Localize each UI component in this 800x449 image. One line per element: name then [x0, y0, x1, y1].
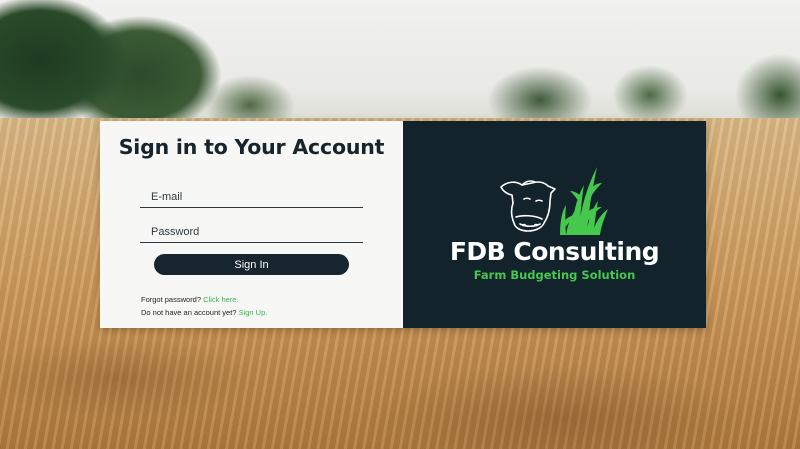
- password-field[interactable]: [140, 226, 363, 242]
- signup-text: Do not have an account yet?: [141, 308, 237, 317]
- email-field-wrapper: [140, 187, 363, 208]
- page-title: Sign in to Your Account: [118, 135, 385, 159]
- forgot-password-link[interactable]: Click here.: [203, 295, 238, 304]
- account-links: Forgot password? Click here. Do not have…: [141, 293, 267, 319]
- password-underline: [140, 242, 363, 243]
- signup-link[interactable]: Sign Up.: [239, 308, 268, 317]
- signup-row: Do not have an account yet? Sign Up.: [141, 306, 267, 319]
- forgot-password-row: Forgot password? Click here.: [141, 293, 267, 306]
- signin-button[interactable]: Sign In: [154, 254, 349, 275]
- signin-panel: Sign in to Your Account Sign In Forgot p…: [100, 121, 403, 328]
- email-field[interactable]: [140, 191, 363, 207]
- forgot-password-text: Forgot password?: [141, 295, 202, 304]
- email-underline: [140, 207, 363, 208]
- password-field-wrapper: [140, 222, 363, 243]
- brand-name: FDB Consulting: [449, 237, 660, 266]
- brand-tagline: Farm Budgeting Solution: [473, 268, 636, 282]
- brand-panel: FDB Consulting Farm Budgeting Solution: [403, 121, 706, 328]
- background-trees: [0, 0, 800, 135]
- login-card: Sign in to Your Account Sign In Forgot p…: [100, 121, 706, 328]
- cow-and-grass-icon: [500, 167, 608, 235]
